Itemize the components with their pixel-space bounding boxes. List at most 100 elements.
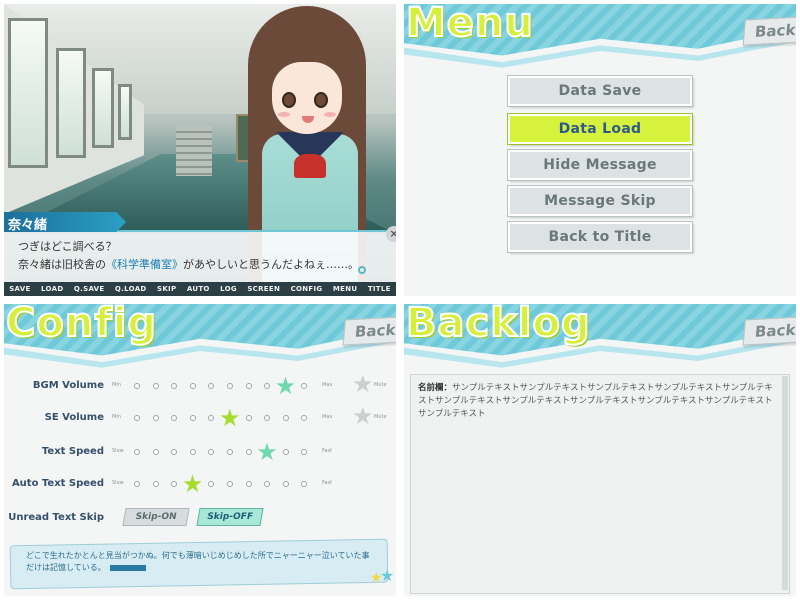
character-blush bbox=[324, 112, 336, 117]
quick-menu-skip[interactable]: SKIP bbox=[157, 285, 176, 293]
slider-step[interactable] bbox=[171, 449, 178, 455]
corridor-window bbox=[118, 84, 132, 140]
slider-star-handle-icon[interactable]: ★ bbox=[219, 406, 241, 430]
slider-step[interactable] bbox=[152, 383, 159, 389]
config-slider[interactable]: Slow ★ Fast bbox=[108, 440, 348, 464]
slider-step[interactable] bbox=[134, 449, 140, 455]
slider-step[interactable] bbox=[171, 481, 178, 487]
slider-step[interactable] bbox=[189, 449, 196, 455]
quick-menu-screen[interactable]: SCREEN bbox=[247, 285, 280, 293]
quick-menu-auto[interactable]: AUTO bbox=[187, 285, 210, 293]
slider-step[interactable] bbox=[152, 449, 159, 455]
slider-step[interactable] bbox=[134, 415, 140, 421]
quick-menu-menu[interactable]: MENU bbox=[333, 285, 358, 293]
skip-off-button[interactable]: Skip-OFF bbox=[196, 508, 264, 526]
config-slider[interactable]: Slow ★ Fast bbox=[108, 472, 348, 496]
slider-step[interactable] bbox=[134, 383, 140, 389]
slider-step[interactable] bbox=[227, 383, 233, 389]
slider-min-label: Slow bbox=[112, 480, 124, 486]
mute-star-icon[interactable]: ★ bbox=[352, 404, 374, 428]
skip-on-button[interactable]: Skip-ON bbox=[122, 508, 190, 526]
slider-step[interactable] bbox=[301, 415, 308, 421]
back-button[interactable]: Back bbox=[742, 316, 796, 346]
message-line-2: 奈々緒は旧校舎の《科学準備室》があやしいと思うんだよねぇ……。 bbox=[18, 256, 359, 272]
menu-data-load-button[interactable]: Data Load bbox=[507, 113, 693, 145]
slider-star-handle-icon[interactable]: ★ bbox=[256, 440, 278, 464]
speaker-namebox: 奈々緒 bbox=[4, 212, 126, 232]
menu-hide-message-button[interactable]: Hide Message bbox=[507, 149, 693, 181]
mute-star-icon[interactable]: ★ bbox=[352, 372, 374, 396]
slider-step[interactable] bbox=[245, 449, 252, 455]
character-eye bbox=[282, 92, 296, 108]
back-button[interactable]: Back bbox=[742, 16, 796, 46]
slider-step[interactable] bbox=[208, 449, 215, 455]
slider-step[interactable] bbox=[264, 383, 271, 389]
quick-menu-q-load[interactable]: Q.LOAD bbox=[115, 285, 147, 293]
message-text: があやしいと思うんだよねぇ……。 bbox=[183, 258, 359, 271]
slider-step[interactable] bbox=[189, 383, 196, 389]
slider-step[interactable] bbox=[282, 415, 289, 421]
slider-min-label: Min bbox=[112, 414, 121, 420]
sample-text-body: どこで生れたかとんと見当がつかぬ。何でも薄暗いじめじめした所でニャーニャー泣いて… bbox=[26, 551, 370, 572]
backlog-scrollbar[interactable] bbox=[782, 376, 788, 590]
slider-step[interactable] bbox=[245, 481, 252, 487]
config-slider[interactable]: Min ★ Max bbox=[108, 374, 348, 398]
slider-step[interactable] bbox=[189, 415, 196, 421]
config-panel: Config Back BGM Volume Min ★ Max ★ Mute SE Vol… bbox=[4, 304, 396, 596]
corridor-stairs bbox=[176, 126, 212, 176]
quick-menu-title[interactable]: TITLE bbox=[368, 285, 391, 293]
menu-data-save-button[interactable]: Data Save bbox=[507, 75, 693, 107]
slider-star-handle-icon[interactable]: ★ bbox=[182, 472, 204, 496]
slider-step[interactable] bbox=[171, 383, 178, 389]
mute-label: Mute bbox=[374, 414, 387, 420]
slider-step[interactable] bbox=[208, 383, 215, 389]
mute-label: Mute bbox=[374, 382, 387, 388]
slider-min-label: Min bbox=[112, 382, 121, 388]
menu-back-to-title-button[interactable]: Back to Title bbox=[507, 221, 693, 253]
quick-menu-q-save[interactable]: Q.SAVE bbox=[74, 285, 105, 293]
slider-step[interactable] bbox=[301, 383, 308, 389]
config-slider[interactable]: Min ★ Max bbox=[108, 406, 348, 430]
star-icon: ★ bbox=[380, 566, 395, 585]
slider-min-label: Slow bbox=[112, 448, 124, 454]
config-label: BGM Volume bbox=[32, 380, 104, 391]
slider-max-label: Max bbox=[322, 414, 333, 420]
slider-step[interactable] bbox=[301, 449, 308, 455]
slider-max-label: Fast bbox=[322, 480, 333, 486]
message-line-1: つぎはどこ調べる？ bbox=[18, 240, 117, 253]
slider-step[interactable] bbox=[152, 481, 159, 487]
slider-step[interactable] bbox=[227, 449, 233, 455]
slider-step[interactable] bbox=[245, 415, 252, 421]
slider-step[interactable] bbox=[208, 481, 215, 487]
slider-step[interactable] bbox=[282, 449, 289, 455]
slider-step[interactable] bbox=[134, 481, 140, 487]
slider-max-label: Max bbox=[322, 382, 333, 388]
slider-step[interactable] bbox=[245, 383, 252, 389]
config-label: Auto Text Speed bbox=[11, 478, 104, 489]
page-title: Menu bbox=[405, 4, 534, 47]
slider-step[interactable] bbox=[208, 415, 215, 421]
close-message-icon[interactable]: × bbox=[386, 226, 396, 242]
slider-step[interactable] bbox=[301, 481, 308, 487]
unread-skip-label: Unread Text Skip bbox=[8, 512, 104, 523]
slider-star-handle-icon[interactable]: ★ bbox=[275, 374, 297, 398]
quick-menu-load[interactable]: LOAD bbox=[41, 285, 63, 293]
slider-step[interactable] bbox=[264, 415, 271, 421]
quick-menu-config[interactable]: CONFIG bbox=[291, 285, 323, 293]
sample-progress-bar bbox=[109, 564, 146, 571]
slider-step[interactable] bbox=[264, 481, 271, 487]
slider-step[interactable] bbox=[171, 415, 178, 421]
quick-menu-save[interactable]: SAVE bbox=[9, 285, 30, 293]
slider-step[interactable] bbox=[227, 481, 233, 487]
slider-step[interactable] bbox=[152, 415, 159, 421]
menu-message-skip-button[interactable]: Message Skip bbox=[507, 185, 693, 217]
corridor-window bbox=[8, 18, 48, 168]
sample-text: どこで生れたかとんと見当がつかぬ。何でも薄暗いじめじめした所でニャーニャー泣いて… bbox=[26, 550, 376, 574]
quick-menu-bar: SAVE LOAD Q.SAVE Q.LOAD SKIP AUTO LOG SCREEN CON… bbox=[4, 282, 396, 296]
back-button[interactable]: Back bbox=[342, 316, 396, 346]
config-label: SE Volume bbox=[44, 412, 104, 423]
message-keyword: 《科学準備室》 bbox=[106, 258, 183, 271]
slider-step[interactable] bbox=[282, 481, 289, 487]
quick-menu-log[interactable]: LOG bbox=[220, 285, 237, 293]
message-window[interactable]: つぎはどこ調べる？ 奈々緒は旧校舎の《科学準備室》があやしいと思うんだよねぇ……… bbox=[4, 230, 396, 282]
